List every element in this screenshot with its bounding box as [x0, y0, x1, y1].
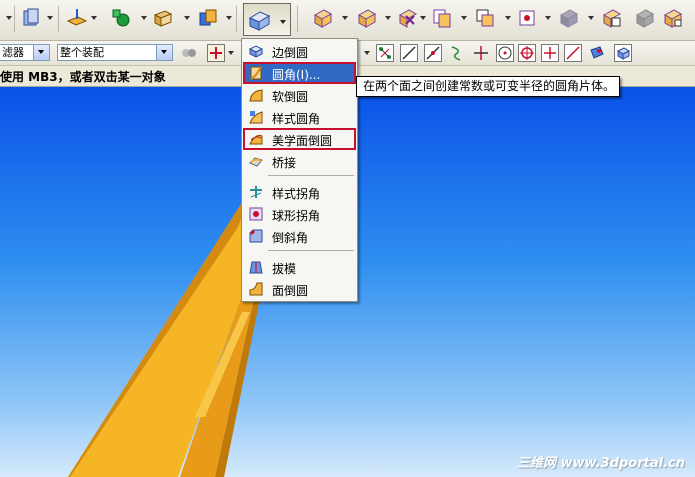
replace-face-icon[interactable] — [474, 7, 496, 29]
blend-dropdown-menu: 边倒圆 圆角(I)... 软倒圆 样式圆角 美学面倒圆 桥接 样式拐角 球形拐角… — [241, 38, 358, 302]
assembly-scope-select[interactable]: 整个装配 — [57, 44, 173, 61]
type-filter-select[interactable]: 滤器 — [0, 44, 50, 61]
toolbar-dropdown-arrow[interactable] — [545, 16, 551, 20]
end-point-snap-icon[interactable] — [376, 44, 394, 62]
menu-item-label: 样式圆角 — [272, 112, 321, 126]
toolbar-dropdown-arrow[interactable] — [588, 16, 594, 20]
toolbar-separator — [236, 6, 237, 32]
type-filter-value: 滤器 — [2, 46, 24, 59]
menu-item-label: 面倒圆 — [272, 284, 309, 298]
feature-toolbar — [0, 0, 695, 41]
toolbar-dropdown-arrow[interactable] — [461, 16, 467, 20]
watermark: 三维网 www.3dportal.cn — [516, 456, 685, 471]
menu-item-label: 边倒圆 — [272, 46, 309, 60]
toolbar-dropdown-arrow[interactable] — [228, 51, 234, 55]
menu-item-edge-blend[interactable]: 边倒圆 — [244, 41, 355, 61]
menu-item-label: 圆角(I)... — [272, 68, 321, 82]
toolbar-separator — [58, 6, 59, 32]
delete-face-icon[interactable] — [397, 7, 419, 29]
toolbar-separator — [14, 6, 15, 32]
menu-item-spherical-corner[interactable]: 球形拐角 — [244, 204, 355, 224]
face-blend-icon — [249, 66, 263, 80]
styled-corner-icon — [249, 185, 263, 199]
menu-item-aesthetic-face-blend[interactable]: 美学面倒圆 — [243, 128, 356, 150]
menu-item-bridge[interactable]: 桥接 — [244, 151, 355, 171]
selection-scope-icon[interactable] — [180, 44, 198, 62]
toolbar-dropdown-arrow[interactable] — [47, 16, 53, 20]
toolbar-dropdown-arrow[interactable] — [364, 51, 370, 55]
sketch-point-icon[interactable] — [110, 7, 132, 29]
menu-item-label: 球形拐角 — [272, 209, 321, 223]
toolbar-dropdown-arrow[interactable] — [141, 16, 147, 20]
point-on-curve-snap-icon[interactable] — [564, 44, 582, 62]
offset-face-icon[interactable] — [431, 7, 453, 29]
intersection-snap-icon[interactable] — [472, 44, 490, 62]
line-snap-icon[interactable] — [400, 44, 418, 62]
menu-item-label: 美学面倒圆 — [272, 134, 333, 148]
toolbar-dropdown-arrow[interactable] — [184, 16, 190, 20]
split-body-icon[interactable] — [356, 7, 378, 29]
menu-item-label: 样式拐角 — [272, 187, 321, 201]
cue-line-text: 使用 MB3，或者双击某一对象 — [0, 70, 166, 84]
menu-item-chamfer[interactable]: 倒斜角 — [244, 226, 355, 246]
bridge-icon — [249, 154, 263, 168]
move-face-icon[interactable] — [516, 7, 538, 29]
spherical-corner-icon — [249, 207, 263, 221]
mid-point-snap-icon[interactable] — [424, 44, 442, 62]
menu-item-face-blend[interactable]: 圆角(I)... — [243, 62, 356, 84]
blend-dropdown-button[interactable] — [243, 3, 291, 36]
menu-item-face-blend-2[interactable]: 面倒圆 — [244, 279, 355, 299]
aesthetic-face-blend-icon — [249, 132, 263, 146]
menu-item-styled-corner[interactable]: 样式拐角 — [244, 182, 355, 202]
chevron-down-icon[interactable] — [33, 45, 49, 60]
chevron-down-icon[interactable] — [156, 45, 172, 60]
snap-point-toggle-icon[interactable] — [207, 44, 225, 62]
soft-blend-icon — [249, 88, 263, 102]
quadrant-snap-icon[interactable] — [518, 44, 536, 62]
toolbar-dropdown-arrow[interactable] — [342, 16, 348, 20]
arc-center-snap-icon[interactable] — [496, 44, 514, 62]
edge-blend-icon — [248, 44, 264, 58]
existing-point-snap-icon[interactable] — [541, 44, 559, 62]
toolbar-dropdown-arrow[interactable] — [385, 16, 391, 20]
toolbar-dropdown-arrow[interactable] — [6, 16, 12, 20]
chamfer-icon — [249, 229, 263, 243]
trim-body-icon[interactable] — [312, 7, 334, 29]
face-blend-2-icon — [249, 282, 263, 296]
menu-item-label: 拔模 — [272, 262, 297, 276]
styled-blend-icon — [249, 110, 263, 124]
scale-body-icon[interactable] — [601, 7, 623, 29]
extrude-body-icon[interactable] — [20, 7, 42, 29]
menu-item-soft-blend[interactable]: 软倒圆 — [244, 85, 355, 105]
datum-plane-icon[interactable] — [66, 7, 88, 29]
block-feature-icon[interactable] — [152, 7, 174, 29]
menu-item-label: 软倒圆 — [272, 90, 309, 104]
toolbar-dropdown-arrow[interactable] — [91, 16, 97, 20]
menu-item-draft[interactable]: 拔模 — [244, 257, 355, 277]
shell-body-icon[interactable] — [662, 7, 684, 29]
toolbar-dropdown-arrow[interactable] — [505, 16, 511, 20]
assembly-scope-value: 整个装配 — [60, 46, 104, 59]
disabled-feature-icon — [558, 7, 580, 29]
unite-body-icon[interactable] — [197, 7, 219, 29]
menu-item-label: 倒斜角 — [272, 231, 309, 245]
menu-item-label: 桥接 — [272, 156, 297, 170]
toolbar-dropdown-arrow[interactable] — [420, 16, 426, 20]
disabled-body-icon — [634, 7, 656, 29]
edge-blend-icon — [248, 11, 286, 31]
point-on-face-snap-icon[interactable] — [588, 44, 606, 62]
toolbar-dropdown-arrow[interactable] — [226, 16, 232, 20]
face-blend-tooltip: 在两个面之间创建常数或可变半径的圆角片体。 — [356, 76, 620, 97]
menu-separator — [268, 175, 354, 176]
menu-separator — [268, 250, 354, 251]
toolbar-separator — [297, 6, 298, 32]
draft-icon — [249, 260, 263, 274]
curve-snap-icon[interactable] — [448, 44, 466, 62]
bounded-grid-snap-icon[interactable] — [614, 44, 632, 62]
menu-item-styled-blend[interactable]: 样式圆角 — [244, 107, 355, 127]
